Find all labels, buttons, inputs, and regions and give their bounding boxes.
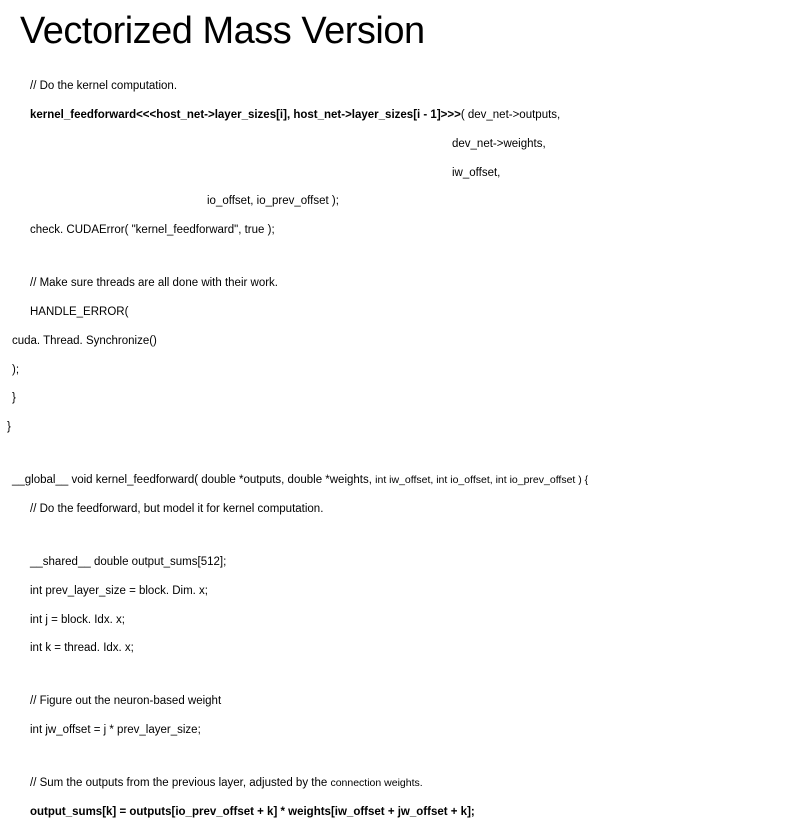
code-line: // Sum the outputs from the previous lay… xyxy=(30,776,788,790)
code-text: // Sum the outputs from the previous lay… xyxy=(30,777,330,789)
code-line: kernel_feedforward<<<host_net->layer_siz… xyxy=(30,108,788,122)
code-line: int jw_offset = j * prev_layer_size; xyxy=(30,723,788,737)
code-line: // Make sure threads are all done with t… xyxy=(30,276,788,290)
slide-title: Vectorized Mass Version xyxy=(20,10,788,53)
code-text: int iw_offset, int io_offset, int io_pre… xyxy=(375,474,588,486)
code-line: cuda. Thread. Synchronize() xyxy=(12,334,788,348)
code-line: } xyxy=(7,420,788,434)
code-line: __shared__ double output_sums[512]; xyxy=(30,555,788,569)
code-line: HANDLE_ERROR( xyxy=(30,305,788,319)
code-text: __global__ void kernel_feedforward( doub… xyxy=(12,474,375,486)
code-line: io_offset, io_prev_offset ); xyxy=(207,194,788,208)
code-block: // Do the kernel computation. kernel_fee… xyxy=(12,65,788,834)
code-line: int k = thread. Idx. x; xyxy=(30,641,788,655)
code-text: ( dev_net->outputs, xyxy=(461,109,560,121)
code-line: check. CUDAError( "kernel_feedforward", … xyxy=(30,223,788,237)
code-line: // Do the feedforward, but model it for … xyxy=(30,502,788,516)
code-line: output_sums[k] = outputs[io_prev_offset … xyxy=(30,805,788,819)
code-line: } xyxy=(12,391,788,405)
code-line: int prev_layer_size = block. Dim. x; xyxy=(30,584,788,598)
code-line: dev_net->weights, xyxy=(452,137,788,151)
code-line: ); xyxy=(12,363,788,377)
code-line: // Do the kernel computation. xyxy=(30,79,788,93)
code-line: __global__ void kernel_feedforward( doub… xyxy=(12,473,788,487)
code-line: int j = block. Idx. x; xyxy=(30,613,788,627)
code-line: iw_offset, xyxy=(452,166,788,180)
code-bold: kernel_feedforward<<<host_net->layer_siz… xyxy=(30,109,461,121)
code-line: // Figure out the neuron-based weight xyxy=(30,694,788,708)
code-text: connection weights. xyxy=(330,777,422,789)
